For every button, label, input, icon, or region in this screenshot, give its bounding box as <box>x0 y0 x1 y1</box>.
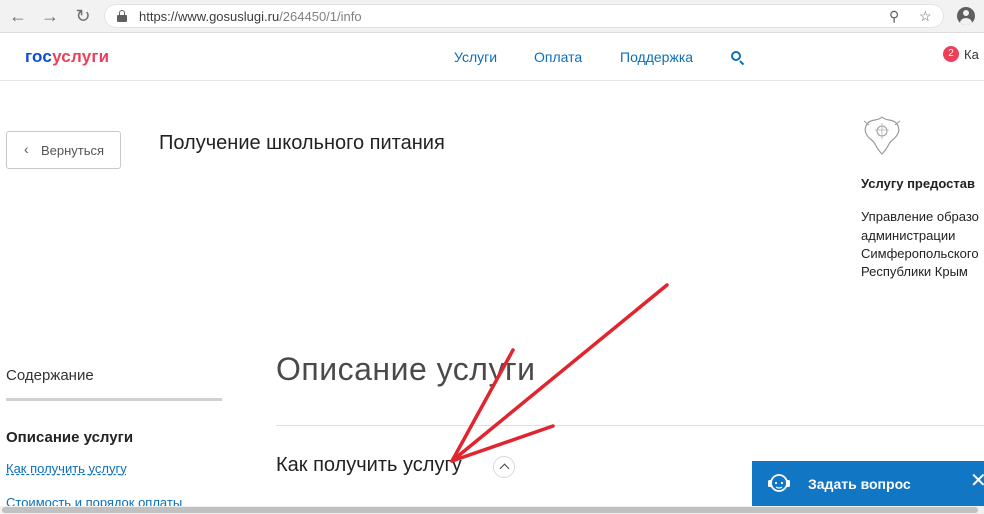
toc-link-how-to-get[interactable]: Как получить услугу <box>6 461 127 476</box>
site-logo[interactable]: госуслуги <box>25 47 109 67</box>
subsection-heading[interactable]: Как получить услугу <box>276 454 462 477</box>
section-divider <box>276 425 984 426</box>
reload-icon[interactable]: ↻ <box>73 6 93 26</box>
account-icon[interactable] <box>957 7 975 25</box>
arrow-left-icon[interactable]: ← <box>8 6 28 26</box>
horizontal-scrollbar[interactable] <box>0 506 984 514</box>
support-headset-icon <box>768 474 790 492</box>
ask-question-widget[interactable]: Задать вопрос ✕ <box>752 461 984 506</box>
address-bar[interactable]: https://www.gosuslugi.ru/264450/1/info ⚲… <box>104 4 944 28</box>
close-icon[interactable]: ✕ <box>970 471 984 491</box>
provider-line: администрации <box>861 228 956 243</box>
provider-line: Управление образо <box>861 209 979 224</box>
personal-cabinet-link[interactable]: Ка <box>964 47 979 62</box>
site-header: госуслуги Услуги Оплата Поддержка 2 Ка <box>0 33 984 81</box>
search-icon[interactable] <box>731 51 745 66</box>
menu-link-payment[interactable]: Оплата <box>534 49 582 65</box>
menu-link-services[interactable]: Услуги <box>454 49 497 65</box>
toc-item-active[interactable]: Описание услуги <box>6 429 133 446</box>
page-title: Получение школьного питания <box>159 132 445 154</box>
chevron-left-icon: ‹ <box>24 141 29 157</box>
address-url[interactable]: https://www.gosuslugi.ru/264450/1/info <box>139 9 362 24</box>
arrow-right-icon[interactable]: → <box>40 6 60 26</box>
browser-toolbar: ← → ↻ https://www.gosuslugi.ru/264450/1/… <box>0 0 984 33</box>
magnifier-icon[interactable]: ⚲ <box>889 8 899 25</box>
toc-title: Содержание <box>6 367 94 384</box>
coat-of-arms-icon <box>863 116 901 155</box>
provider-line: Симферопольского <box>861 246 979 261</box>
ask-question-label: Задать вопрос <box>808 476 911 492</box>
toc-divider <box>6 398 222 401</box>
back-button-label: Вернуться <box>41 143 105 158</box>
back-button[interactable]: ‹ Вернуться <box>6 131 121 169</box>
provider-heading: Услугу предостав <box>861 176 975 191</box>
section-title: Описание услуги <box>276 351 536 387</box>
menu-link-support[interactable]: Поддержка <box>620 49 693 65</box>
star-icon[interactable]: ☆ <box>919 8 932 25</box>
scrollbar-thumb[interactable] <box>2 507 978 513</box>
page: ← → ↻ https://www.gosuslugi.ru/264450/1/… <box>0 0 984 514</box>
collapse-chevron-up-icon[interactable] <box>493 456 515 478</box>
provider-line: Республики Крым <box>861 264 968 279</box>
notification-badge[interactable]: 2 <box>943 46 959 62</box>
lock-icon <box>117 10 127 22</box>
